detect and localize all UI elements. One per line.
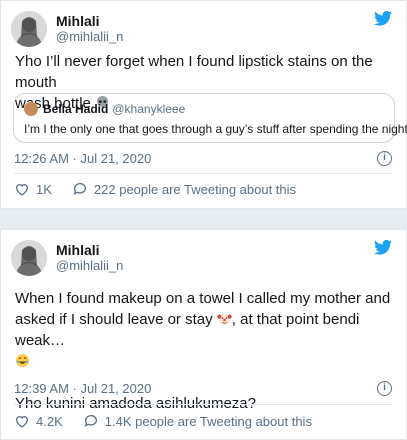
- user-handle[interactable]: @mihlalii_n: [56, 29, 123, 45]
- user-handle[interactable]: @mihlalii_n: [56, 258, 123, 274]
- avatar[interactable]: [11, 11, 47, 47]
- info-icon[interactable]: i: [377, 151, 392, 166]
- speech-bubble-icon: [73, 183, 86, 195]
- speech-bubble-icon: [84, 415, 97, 427]
- tweet-header: Mihlali @mihlalii_n: [11, 240, 123, 276]
- tweet-text-line: [15, 351, 400, 372]
- tweeting-count: 222 people are Tweeting about this: [93, 181, 297, 197]
- tweet-actions: 4.2K 1.4K people are Tweeting about this: [14, 413, 332, 429]
- conversation-link[interactable]: 222 people are Tweeting about this: [72, 181, 296, 197]
- conversation-link[interactable]: 1.4K people are Tweeting about this: [83, 413, 312, 429]
- tweet-card[interactable]: Mihlali @mihlalii_n Yho I’ll never forge…: [0, 0, 407, 209]
- tweet-text-line: Yho I’ll never forget when I found lipst…: [15, 53, 373, 91]
- timestamp[interactable]: 12:39 AM · Jul 21, 2020: [14, 381, 151, 396]
- divider: [14, 173, 393, 174]
- twitter-bird-icon[interactable]: [374, 11, 392, 26]
- heart-icon: [15, 416, 29, 428]
- quoted-tweet[interactable]: Bella Hadid @khanykleee I’m I the only o…: [13, 93, 407, 143]
- divider: [14, 404, 393, 405]
- like-count: 4.2K: [36, 413, 63, 429]
- tweeting-count: 1.4K people are Tweeting about this: [104, 413, 312, 429]
- like-button[interactable]: 1K: [14, 181, 52, 197]
- rofl-icon: [15, 353, 30, 368]
- clown-icon: [217, 313, 232, 326]
- heart-icon: [15, 184, 29, 196]
- timestamp[interactable]: 12:26 AM · Jul 21, 2020: [14, 151, 151, 166]
- tweet-header: Mihlali @mihlalii_n: [11, 11, 123, 47]
- quote-handle: @khanykleee: [112, 102, 186, 116]
- info-icon[interactable]: i: [377, 381, 392, 396]
- tweet-text-line: asked if I should leave or stay , at tha…: [15, 311, 360, 349]
- like-button[interactable]: 4.2K: [14, 413, 63, 429]
- avatar[interactable]: [11, 240, 47, 276]
- quote-text: I’m I the only one that goes through a g…: [24, 122, 407, 136]
- tweet-card[interactable]: Mihlali @mihlalii_n When I found makeup …: [0, 229, 407, 440]
- tweet-text-line: When I found makeup on a towel I called …: [15, 290, 391, 307]
- display-name[interactable]: Mihlali: [56, 13, 123, 29]
- quote-display-name: Bella Hadid: [43, 102, 109, 116]
- like-count: 1K: [36, 181, 52, 197]
- tweet-actions: 1K 222 people are Tweeting about this: [14, 181, 316, 197]
- quote-avatar: [24, 102, 38, 116]
- twitter-bird-icon[interactable]: [374, 240, 392, 255]
- display-name[interactable]: Mihlali: [56, 242, 123, 258]
